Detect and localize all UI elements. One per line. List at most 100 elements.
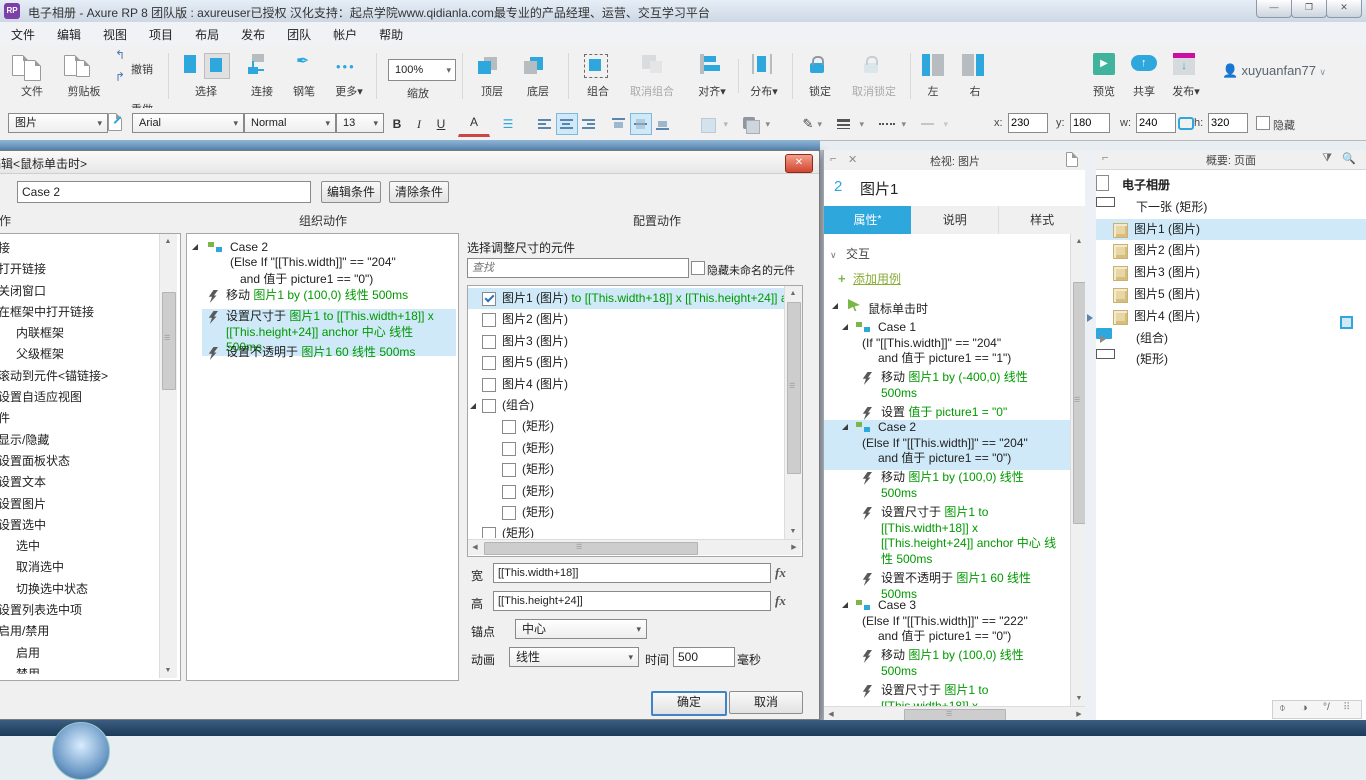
widget-list-item[interactable]: 图片4 (图片)	[468, 374, 784, 395]
action-list-item[interactable]: 打开链接	[0, 259, 158, 280]
w-input[interactable]	[1136, 113, 1176, 133]
action-list-item[interactable]: 设置自适应视图	[0, 387, 158, 408]
action-list-item[interactable]: 设置列表选中项	[0, 600, 158, 621]
font-color-button[interactable]: A	[458, 113, 490, 137]
action-list-item[interactable]: 父级框架	[0, 344, 158, 365]
widget-checkbox[interactable]	[502, 484, 516, 499]
dialog-titlebar[interactable]: 编辑<鼠标单击时>	[0, 151, 819, 174]
bullet-list-button[interactable]: ☰	[496, 113, 520, 135]
action-list-item[interactable]: 禁用	[0, 664, 158, 674]
tab-样式[interactable]: 样式	[998, 206, 1087, 234]
preview-button[interactable]: ▶ 预览	[1087, 51, 1121, 103]
widget-search-input[interactable]	[467, 258, 689, 278]
unlock-button[interactable]: 取消锁定	[846, 51, 902, 103]
shadow-button[interactable]: ▾	[738, 113, 774, 135]
action-list-item[interactable]: 滚动到元件<锚链接>	[0, 366, 158, 387]
widget-list-item[interactable]: (矩形)	[468, 438, 784, 459]
align-center-button[interactable]	[556, 113, 578, 135]
link-wh-icon[interactable]	[1178, 117, 1194, 130]
action-list-item[interactable]: 在框架中打开链接	[0, 302, 158, 323]
fill-color-button[interactable]: ▾	[696, 113, 732, 135]
widget-checkbox[interactable]	[502, 505, 516, 520]
widget-checkbox[interactable]	[482, 356, 496, 371]
widget-checkbox[interactable]	[502, 441, 516, 456]
case-action-row[interactable]: 设置尺寸于 图片1 to [[This.width+18]] x	[862, 683, 1068, 706]
widget-list-item[interactable]: 图片5 (图片)	[468, 352, 784, 373]
collapse-panel-icon[interactable]	[1087, 314, 1093, 322]
action-list-item[interactable]: 链接	[0, 238, 158, 259]
outline-item[interactable]: (矩形)	[1096, 349, 1366, 370]
arrow-style-button[interactable]: ▾	[916, 113, 952, 135]
widget-list-vscrollbar[interactable]: ▲ ▼ ☰	[784, 286, 802, 539]
align-right-button[interactable]	[578, 113, 600, 135]
share-button[interactable]: ↑ 共享	[1127, 51, 1161, 103]
split-view-icon[interactable]: ⌽	[1279, 702, 1286, 715]
menu-帮助[interactable]: 帮助	[368, 22, 414, 47]
hide-unnamed-checkbox[interactable]	[691, 261, 705, 275]
case-action-row[interactable]: 设置不透明于 图片1 60 线性 500ms	[202, 345, 456, 361]
case-action-row[interactable]: 移动 图片1 by (100,0) 线性 500ms	[862, 470, 1068, 501]
widget-checkbox[interactable]	[482, 398, 496, 413]
animation-select[interactable]: 线性	[509, 647, 639, 667]
action-list-item[interactable]: 设置文本	[0, 472, 158, 493]
filter-icon[interactable]: ⧩	[1322, 152, 1332, 165]
case-action-row[interactable]: 设置 值于 picture1 = "0"	[862, 405, 1068, 421]
y-input[interactable]	[1070, 113, 1110, 133]
case-header-row[interactable]: Case 3	[842, 598, 1068, 614]
action-list-item[interactable]: 设置图片	[0, 494, 158, 515]
account-menu[interactable]: 👤 xuyuanfan77 ∨	[1222, 63, 1362, 79]
lock-button[interactable]: 锁定	[800, 51, 840, 103]
case-name-input[interactable]	[17, 181, 311, 203]
align-button[interactable]: 对齐▾	[692, 51, 732, 103]
edit-condition-button[interactable]: 编辑条件	[321, 181, 381, 203]
interaction-case case-block[interactable]: Case 2 (Else If "[[This.width]]" == "204"…	[842, 420, 1068, 602]
left-panel-toggle-button[interactable]: 左	[916, 51, 950, 103]
outline-item[interactable]: 图片3 (图片)	[1096, 262, 1366, 283]
action-list-item[interactable]: 设置选中	[0, 515, 158, 536]
bold-button[interactable]: B	[386, 113, 408, 135]
widget-name-input[interactable]: 图片1	[860, 178, 898, 199]
height-fx-button[interactable]: fx	[775, 593, 786, 609]
widget-checkbox[interactable]	[482, 313, 496, 328]
widget-list-item[interactable]: (矩形)	[468, 502, 784, 523]
widget-list-item[interactable]: (矩形)	[468, 459, 784, 480]
notes-page-icon[interactable]	[1066, 152, 1078, 170]
case-header-row[interactable]: Case 2	[842, 420, 1068, 436]
tab-说明[interactable]: 说明	[911, 206, 1000, 234]
contrast-icon[interactable]: ◑	[1301, 702, 1308, 714]
widget-list-hscrollbar[interactable]: ◀ ▶ ☰	[468, 539, 801, 555]
widget-list-item[interactable]: 图片1 (图片) to [[This.width+18]] x [[This.h…	[468, 288, 784, 310]
outline-item[interactable]: 图片1 (图片)	[1096, 218, 1366, 240]
action-list-item[interactable]: 切换选中状态	[0, 579, 158, 600]
line-style-button[interactable]: ▾	[874, 113, 910, 135]
case-action-row[interactable]: 移动 图片1 by (100,0) 线性 500ms	[202, 288, 456, 304]
cancel-button[interactable]: 取消	[729, 691, 803, 714]
resize-grip-icon[interactable]: ⠿	[1343, 702, 1350, 713]
widget-list-item[interactable]: (矩形)	[468, 481, 784, 502]
align-middle-button[interactable]	[630, 113, 652, 135]
group-button[interactable]: 组合	[578, 51, 618, 103]
action-list-item[interactable]: 启用	[0, 643, 158, 664]
action-list-item[interactable]: 设置面板状态	[0, 451, 158, 472]
widget-checkbox[interactable]	[482, 527, 496, 538]
font-size-select[interactable]: 13	[336, 113, 384, 133]
widget-checkbox[interactable]	[482, 292, 496, 306]
menu-帐户[interactable]: 帐户	[322, 22, 368, 47]
widget-list-item[interactable]: (组合)	[468, 395, 784, 416]
widget-list-item[interactable]: 图片2 (图片)	[468, 309, 784, 330]
start-button[interactable]	[52, 722, 110, 780]
underline-button[interactable]: U	[430, 113, 452, 135]
dialog-close-button[interactable]: ✕	[785, 154, 813, 173]
widget-list-item[interactable]: (矩形)	[468, 416, 784, 437]
action-list-item[interactable]: 显示/隐藏	[0, 430, 158, 451]
outline-item[interactable]: (组合)	[1096, 327, 1366, 349]
height-input[interactable]	[493, 591, 771, 611]
outline-item[interactable]: 电子相册	[1096, 175, 1366, 196]
action-list-item[interactable]: 选中	[0, 536, 158, 557]
x-input[interactable]	[1008, 113, 1048, 133]
right-panel-toggle-button[interactable]: 右	[958, 51, 992, 103]
case-action-row[interactable]: 移动 图片1 by (-400,0) 线性 500ms	[862, 370, 1068, 401]
h-input[interactable]	[1208, 113, 1248, 133]
widget-checkbox[interactable]	[502, 463, 516, 478]
search-icon[interactable]: 🔍	[1342, 152, 1356, 165]
